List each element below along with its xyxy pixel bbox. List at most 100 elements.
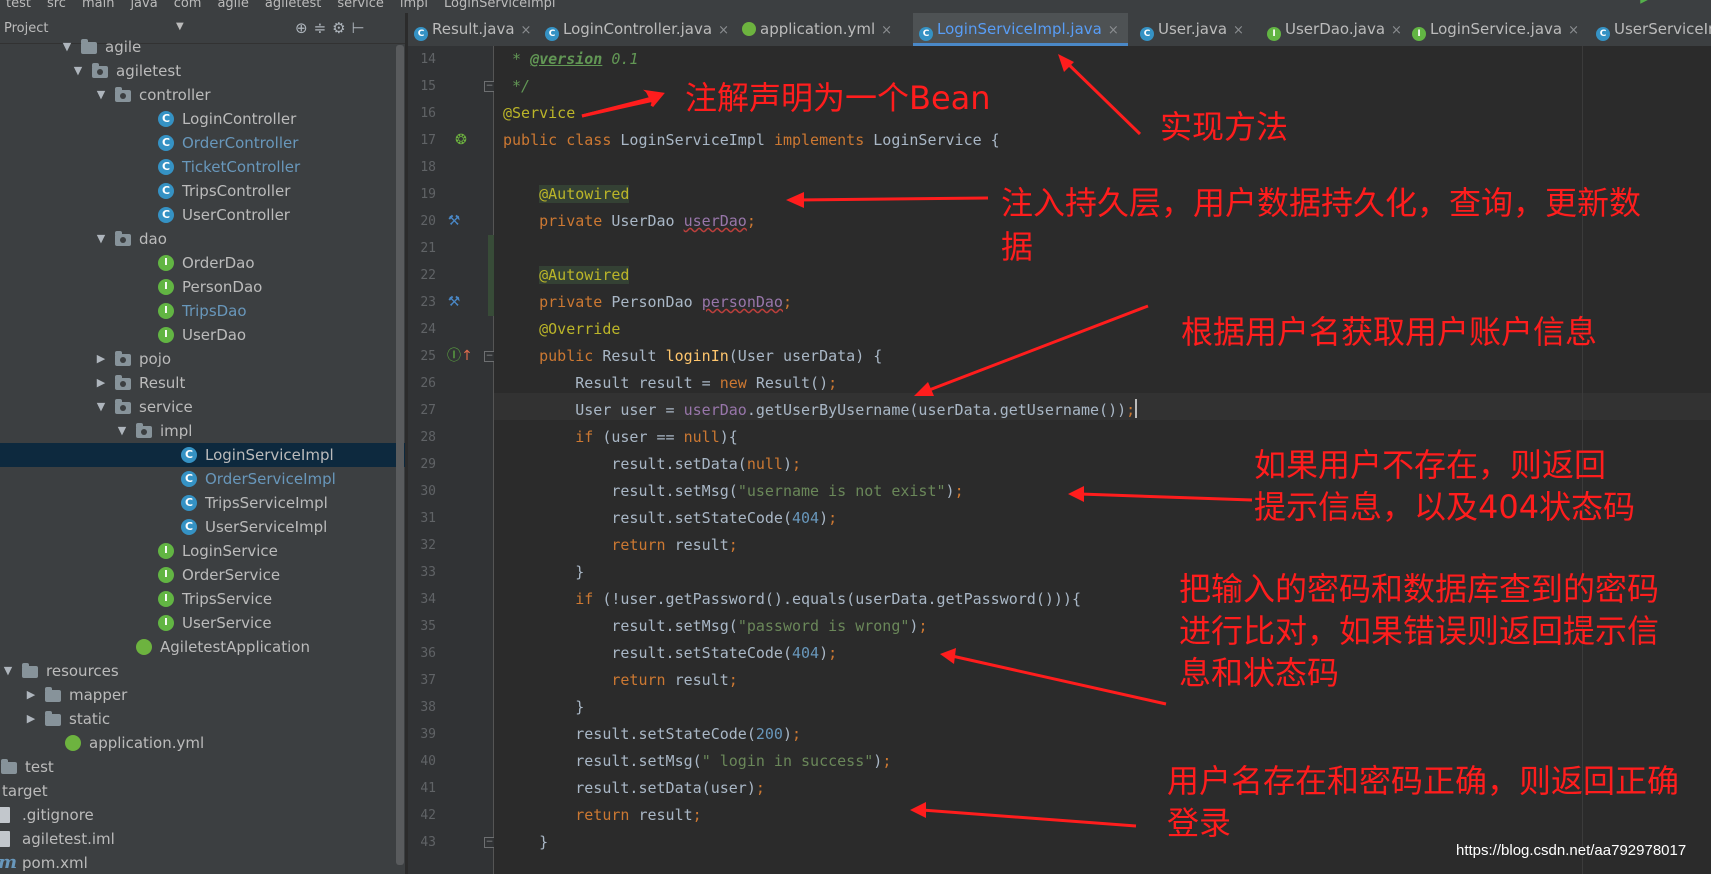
scrollbar[interactable]: [396, 45, 404, 865]
chevron-down-icon[interactable]: ▼: [95, 83, 107, 107]
tree-item-target[interactable]: ▶target: [0, 779, 405, 803]
tree-item-orderservice[interactable]: I OrderService: [0, 563, 405, 587]
tree-item-persondao[interactable]: I PersonDao: [0, 275, 405, 299]
tab-label: UserDao.java: [1285, 20, 1386, 38]
tree-item-userservice[interactable]: I UserService: [0, 611, 405, 635]
line-number: 18: [420, 160, 436, 175]
tab-loginservice-java[interactable]: I LoginService.java ×: [1406, 13, 1584, 46]
chevron-down-icon[interactable]: ▼: [95, 227, 107, 251]
chevron-down-icon[interactable]: ▼: [61, 35, 73, 59]
code-token: Result(): [755, 374, 829, 392]
close-icon[interactable]: ×: [1568, 23, 1579, 38]
chevron-down-icon[interactable]: ▼: [2, 659, 14, 683]
tree-item-agiletest-iml[interactable]: agiletest.iml: [0, 827, 405, 851]
tree-item-tripsserviceimpl[interactable]: C TripsServiceImpl: [0, 491, 405, 515]
tree-item-mapper[interactable]: ▶ mapper: [0, 683, 405, 707]
close-icon[interactable]: ×: [1233, 23, 1244, 38]
tree-item-ordercontroller[interactable]: C OrderController: [0, 131, 405, 155]
chevron-right-icon[interactable]: ▶: [25, 707, 37, 731]
tree-item-loginservice[interactable]: I LoginService: [0, 539, 405, 563]
autowired-bean-icon[interactable]: ⚒: [446, 213, 462, 229]
tree-item-tripscontroller[interactable]: C TripsController: [0, 179, 405, 203]
chevron-down-icon[interactable]: ▼: [72, 59, 84, 83]
spring-bean-icon[interactable]: ❂: [453, 132, 469, 148]
chevron-down-icon[interactable]: ▼: [176, 21, 184, 32]
tree-item-agiletest[interactable]: ▼ agiletest: [0, 59, 405, 83]
tree-item-resources[interactable]: ▼ resources: [0, 659, 405, 683]
tab-application-yml[interactable]: application.yml ×: [736, 13, 907, 46]
breadcrumb-item[interactable]: src: [41, 0, 76, 10]
tree-item-result[interactable]: ▶ Result: [0, 371, 405, 395]
tree-item-tripsservice[interactable]: I TripsService: [0, 587, 405, 611]
file-icon: [0, 807, 10, 823]
tree-item-controller[interactable]: ▼ controller: [0, 83, 405, 107]
code-line: User user = userDao.getUserByUsername(us…: [503, 397, 1138, 424]
tree-item-static[interactable]: ▶ static: [0, 707, 405, 731]
tree-item-usercontroller[interactable]: C UserController: [0, 203, 405, 227]
tree-item-test[interactable]: ▶test: [0, 755, 405, 779]
tree-item-label: application.yml: [89, 734, 205, 752]
tree-item-pojo[interactable]: ▶ pojo: [0, 347, 405, 371]
breadcrumb-item[interactable]: java: [124, 0, 167, 10]
close-icon[interactable]: ×: [718, 23, 729, 38]
breadcrumb-item[interactable]: main: [76, 0, 124, 10]
close-icon[interactable]: ×: [881, 23, 892, 38]
code-line: result.setStateCode(404);: [503, 505, 837, 532]
code-token: ;: [828, 644, 838, 662]
tree-item-agiletestapplication[interactable]: AgiletestApplication: [0, 635, 405, 659]
tree-item-orderdao[interactable]: I OrderDao: [0, 251, 405, 275]
line-number: 15: [420, 79, 436, 94]
breadcrumb-item[interactable]: agiletest: [259, 0, 331, 10]
tree-item-userdao[interactable]: I UserDao: [0, 323, 405, 347]
breadcrumb-item[interactable]: test: [0, 0, 41, 10]
tree-item-logincontroller[interactable]: C LoginController: [0, 107, 405, 131]
tree-item-label: agile: [105, 38, 142, 56]
breadcrumb-item[interactable]: service: [331, 0, 394, 10]
tree-item--gitignore[interactable]: .gitignore: [0, 803, 405, 827]
tab-userdao-java[interactable]: I UserDao.java ×: [1261, 13, 1402, 46]
tree-item-application-yml[interactable]: application.yml: [0, 731, 405, 755]
close-icon[interactable]: ×: [1108, 23, 1119, 38]
autowired-bean-icon[interactable]: ⚒: [446, 294, 462, 310]
tree-item-orderserviceimpl[interactable]: C OrderServiceImpl: [0, 467, 405, 491]
tab-label: LoginController.java: [563, 20, 713, 38]
tab-logincontroller-java[interactable]: C LoginController.java ×: [539, 13, 730, 46]
tree-item-dao[interactable]: ▼ dao: [0, 227, 405, 251]
run-icon[interactable]: ▶: [1640, 0, 1651, 5]
code-token: ;: [792, 455, 802, 473]
tree-item-impl[interactable]: ▼ impl: [0, 419, 405, 443]
tree-item-ticketcontroller[interactable]: C TicketController: [0, 155, 405, 179]
tree-item-tripsdao[interactable]: I TripsDao: [0, 299, 405, 323]
tree-item-loginserviceimpl[interactable]: C LoginServiceImpl: [0, 443, 405, 467]
project-panel-title[interactable]: Project: [4, 21, 48, 36]
tree-item-pom-xml[interactable]: m pom.xml: [0, 851, 405, 874]
chevron-right-icon[interactable]: ▶: [25, 683, 37, 707]
chevron-right-icon[interactable]: ▶: [95, 371, 107, 395]
close-icon[interactable]: ×: [1391, 23, 1402, 38]
tab-user-java[interactable]: C User.java ×: [1134, 13, 1255, 46]
tab-userserviceimpl[interactable]: C UserServiceImpl: [1590, 13, 1711, 46]
tab-result-java[interactable]: C Result.java ×: [408, 13, 533, 46]
breadcrumb-item[interactable]: impl: [394, 0, 438, 10]
code-line: Result result = new Result();: [503, 370, 837, 397]
tree-item-agile[interactable]: ▼ agile: [0, 35, 405, 59]
code-token: userDao: [683, 401, 747, 419]
chevron-down-icon[interactable]: ▼: [95, 395, 107, 419]
tree-item-service[interactable]: ▼ service: [0, 395, 405, 419]
breadcrumb-item[interactable]: com: [168, 0, 212, 10]
line-number: 26: [420, 376, 436, 391]
line-number: 41: [420, 781, 436, 796]
chevron-right-icon[interactable]: ▶: [95, 347, 107, 371]
override-arrow-icon[interactable]: ↑: [459, 348, 475, 364]
tab-loginserviceimpl-java[interactable]: C LoginServiceImpl.java ×: [913, 13, 1128, 46]
tree-item-userserviceimpl[interactable]: C UserServiceImpl: [0, 515, 405, 539]
code-token: }: [503, 563, 585, 581]
close-icon[interactable]: ×: [521, 23, 532, 38]
chevron-down-icon[interactable]: ▼: [116, 419, 128, 443]
breadcrumb-item[interactable]: LoginServiceImpl: [438, 0, 565, 10]
code-token: null: [683, 428, 720, 446]
breadcrumb-item[interactable]: agile: [211, 0, 258, 10]
code-token: Result result =: [503, 374, 720, 392]
